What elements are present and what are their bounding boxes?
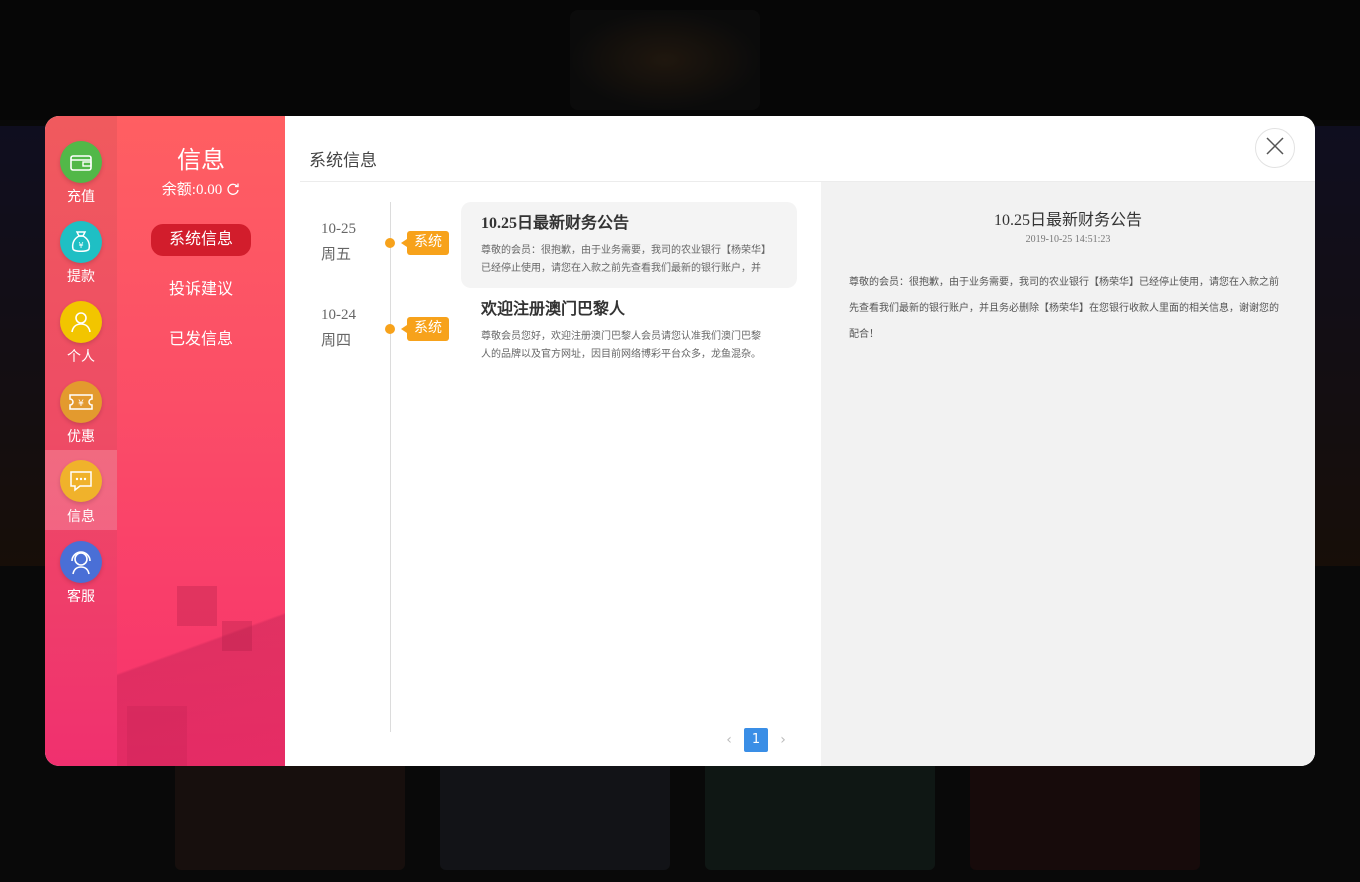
sidebar-item-label: 信息 [67,510,95,525]
submenu-panel: 信息 余额:0.00 系统信息 投诉建议 已发信息 [117,116,285,766]
submenu-system-messages[interactable]: 系统信息 [151,224,251,256]
sidebar-item-label: 个人 [67,350,95,365]
message-modal: 充值 ¥ 提款 个人 ¥ 优惠 信息 客服 信息 余额:0.00 系统信息 投诉… [45,116,1315,766]
page-title: 系统信息 [309,151,377,170]
prev-page-button[interactable]: ‹ [718,728,740,752]
message-tag: 系统 [401,231,449,255]
panel-title: 信息 [177,148,225,174]
timeline-line [390,202,391,732]
great-wall-illustration [222,621,252,651]
sidebar-item-messages[interactable]: 信息 [45,450,117,530]
close-icon [1265,136,1285,160]
balance-label: 余额:0.00 [161,182,223,198]
timeline-dot [385,324,395,334]
message-item[interactable]: 欢迎注册澳门巴黎人 尊敬会员您好，欢迎注册澳门巴黎人会员请您认准我们澳门巴黎人的… [461,288,797,374]
sidebar-rail: 充值 ¥ 提款 个人 ¥ 优惠 信息 客服 [45,116,117,766]
message-date: 10-25 周五 [321,216,356,268]
detail-timestamp: 2019-10-25 14:51:23 [1025,234,1111,245]
money-bag-icon: ¥ [60,221,102,263]
svg-text:¥: ¥ [78,241,83,250]
sidebar-item-label: 客服 [67,590,95,605]
message-snippet: 尊敬的会员：很抱歉，由于业务需要，我司的农业银行【杨荣华】已经停止使用，请您在入… [481,245,766,274]
message-date: 10-24 周四 [321,302,356,354]
detail-body: 尊敬的会员：很抱歉，由于业务需要，我司的农业银行【杨荣华】已经停止使用，请您在入… [849,277,1279,340]
refresh-icon[interactable] [226,182,240,201]
sidebar-item-withdraw[interactable]: ¥ 提款 [45,218,117,298]
close-button[interactable] [1255,128,1295,168]
sidebar-item-profile[interactable]: 个人 [45,298,117,378]
content-area: 系统信息 10-25 周五 系统 10.25日最新财务公告 尊敬的会员：很抱歉，… [285,116,1315,766]
submenu-sent-messages[interactable]: 已发信息 [151,324,251,356]
weekday-label: 周五 [321,247,352,263]
sidebar-item-deposit[interactable]: 充值 [45,138,117,218]
balance-display: 余额:0.00 [117,178,285,201]
message-tag: 系统 [401,317,449,341]
coupon-icon: ¥ [60,381,102,423]
sidebar-item-label: 提款 [67,270,95,285]
date-label: 10-25 [321,221,356,237]
sidebar-item-label: 优惠 [67,430,95,445]
message-title: 欢迎注册澳门巴黎人 [481,301,626,318]
message-detail-pane: 10.25日最新财务公告 2019-10-25 14:51:23 尊敬的会员：很… [821,182,1315,766]
sidebar-item-label: 充值 [67,190,95,205]
sidebar-item-promotions[interactable]: ¥ 优惠 [45,378,117,458]
svg-text:¥: ¥ [78,399,84,409]
message-item[interactable]: 10.25日最新财务公告 尊敬的会员：很抱歉，由于业务需要，我司的农业银行【杨荣… [461,202,797,288]
detail-title: 10.25日最新财务公告 [993,212,1142,229]
next-page-button[interactable]: › [772,728,794,752]
timeline-dot [385,238,395,248]
sidebar-item-support[interactable]: 客服 [45,538,117,618]
great-wall-illustration [127,706,187,766]
user-icon [60,301,102,343]
message-snippet: 尊敬会员您好，欢迎注册澳门巴黎人会员请您认准我们澳门巴黎人的品牌以及官方网址，因… [481,331,761,360]
message-icon [60,460,102,502]
great-wall-illustration [177,586,217,626]
submenu-complaints[interactable]: 投诉建议 [151,274,251,306]
page-number-button[interactable]: 1 [744,728,768,752]
weekday-label: 周四 [321,333,352,349]
headset-icon [60,541,102,583]
date-label: 10-24 [321,307,356,323]
message-title: 10.25日最新财务公告 [481,215,630,232]
wallet-icon [60,141,102,183]
